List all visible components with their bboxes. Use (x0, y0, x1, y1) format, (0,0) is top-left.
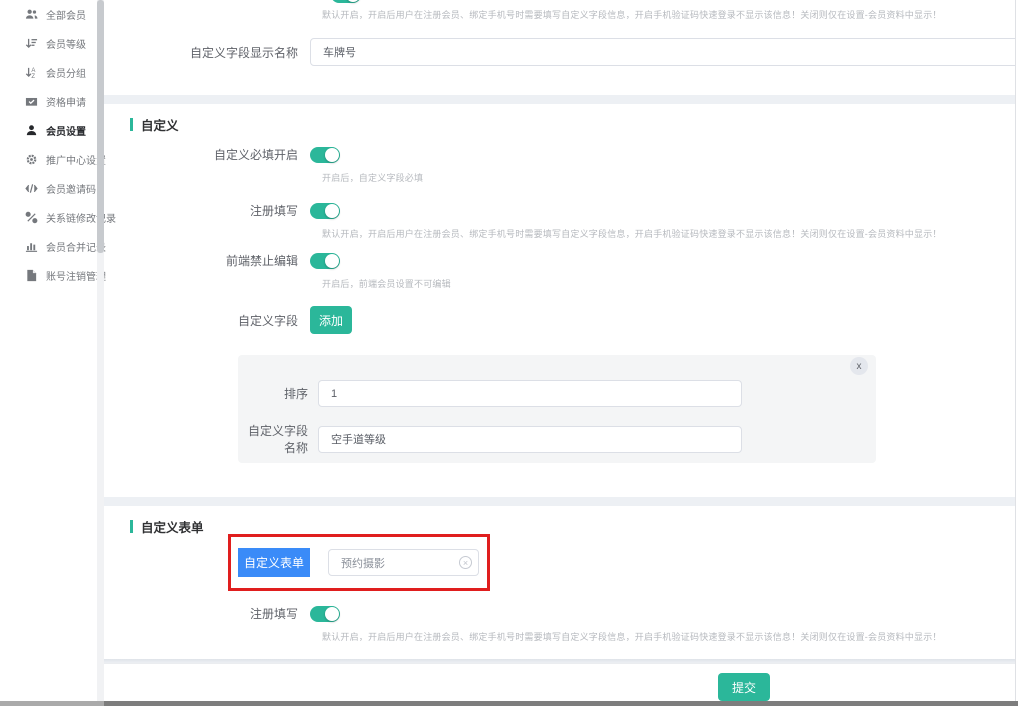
qualification-icon (25, 95, 38, 108)
field-name-input[interactable] (318, 426, 742, 453)
sidebar-item-all-members[interactable]: 全部会员 (0, 0, 104, 29)
sidebar-item-member-group[interactable]: AZ 会员分组 (0, 58, 104, 87)
section-title-text: 自定义表单 (141, 517, 204, 536)
sort-group-icon: AZ (25, 66, 38, 79)
sidebar-item-invite-code[interactable]: 会员邀请码 (0, 174, 104, 203)
submit-button[interactable]: 提交 (718, 673, 770, 701)
custom-form-label-highlighted: 自定义表单 (238, 548, 310, 577)
link-icon (25, 211, 38, 224)
sidebar-item-label: 全部会员 (46, 7, 86, 22)
sidebar-scrollbar[interactable] (97, 0, 104, 701)
section-accent-bar (130, 118, 133, 131)
sidebar-item-label: 资格申请 (46, 94, 86, 109)
sidebar-item-merge-log[interactable]: 会员合并记录 (0, 232, 104, 261)
frontend-edit-toggle[interactable] (310, 253, 340, 269)
form-register-toggle-label: 注册填写 (104, 605, 310, 622)
field-name-label: 自定义字段名称 (238, 422, 318, 456)
clear-icon[interactable]: × (459, 556, 472, 569)
code-icon (25, 182, 38, 195)
display-name-card: 默认开启，开启后用户在注册会员、绑定手机号时需要填写自定义字段信息，开启手机验证… (104, 0, 1015, 95)
section-divider (104, 497, 1015, 506)
section-divider (104, 95, 1015, 104)
gear-icon (25, 153, 38, 166)
register-toggle-label: 注册填写 (104, 202, 310, 219)
section-title-custom-form: 自定义表单 (130, 518, 1015, 534)
display-name-input[interactable] (310, 38, 1015, 66)
svg-text:Z: Z (31, 74, 35, 79)
form-register-description: 默认开启，开启后用户在注册会员、绑定手机号时需要填写自定义字段信息，开启手机验证… (322, 630, 1015, 643)
svg-text:A: A (31, 68, 35, 74)
file-icon (25, 269, 38, 282)
custom-form-input-wrap: × (328, 549, 479, 576)
required-description: 开启后，自定义字段必填 (322, 171, 1015, 184)
register-toggle[interactable] (310, 203, 340, 219)
footer-bar: 提交 (104, 663, 1015, 701)
sidebar-item-label: 会员设置 (46, 123, 86, 138)
sidebar: 全部会员 会员等级 AZ 会员分组 资格申请 会员设置 推广中心设置 (0, 0, 104, 701)
custom-card: 自定义 自定义必填开启 开启后，自定义字段必填 注册填写 默认开启，开启后用户在… (104, 104, 1015, 497)
users-icon (25, 8, 38, 21)
sidebar-item-relation-log[interactable]: 关系链修改记录 (0, 203, 104, 232)
custom-fields-label: 自定义字段 (104, 312, 310, 329)
bottom-scrollbar[interactable] (0, 701, 1018, 706)
custom-field-panel: x 排序 自定义字段名称 (238, 355, 876, 463)
sort-level-icon (25, 37, 38, 50)
section-title-custom: 自定义 (130, 116, 1015, 132)
custom-form-card: 自定义表单 自定义表单 × 注册填写 默认开启，开启后用户在注册会员、绑定手机号… (104, 506, 1015, 659)
register-description: 默认开启，开启后用户在注册会员、绑定手机号时需要填写自定义字段信息，开启手机验证… (322, 227, 1015, 240)
custom-form-input[interactable] (328, 549, 479, 576)
sidebar-item-promotion-settings[interactable]: 推广中心设置 (0, 145, 104, 174)
sidebar-item-member-settings[interactable]: 会员设置 (0, 116, 104, 145)
page: 全部会员 会员等级 AZ 会员分组 资格申请 会员设置 推广中心设置 (0, 0, 1018, 706)
sidebar-item-label: 会员等级 (46, 36, 86, 51)
section-title-text: 自定义 (141, 115, 179, 134)
frontend-edit-toggle-label: 前端禁止编辑 (104, 252, 310, 269)
close-icon[interactable]: x (850, 357, 868, 375)
main-content: 默认开启，开启后用户在注册会员、绑定手机号时需要填写自定义字段信息，开启手机验证… (104, 0, 1015, 701)
section-accent-bar (130, 520, 133, 533)
chart-icon (25, 240, 38, 253)
sort-input[interactable] (318, 380, 742, 407)
display-name-label: 自定义字段显示名称 (104, 44, 310, 61)
frontend-edit-description: 开启后，前端会员设置不可编辑 (322, 277, 1015, 290)
sidebar-scrollbar-thumb[interactable] (97, 0, 104, 253)
required-toggle-label: 自定义必填开启 (104, 146, 310, 163)
user-icon (25, 124, 38, 137)
sidebar-item-label: 关系链修改记录 (46, 210, 116, 225)
form-register-toggle[interactable] (310, 606, 340, 622)
sidebar-item-label: 会员邀请码 (46, 181, 96, 196)
annotation-red-box: 自定义表单 × (228, 534, 490, 591)
register-toggle-partial[interactable] (331, 0, 361, 3)
required-toggle[interactable] (310, 147, 340, 163)
register-description: 默认开启，开启后用户在注册会员、绑定手机号时需要填写自定义字段信息，开启手机验证… (322, 8, 942, 21)
sidebar-item-account-cancel[interactable]: 账号注销管理 (0, 261, 104, 290)
sidebar-item-qualification[interactable]: 资格申请 (0, 87, 104, 116)
add-field-button[interactable]: 添加 (310, 306, 352, 334)
sort-label: 排序 (238, 385, 318, 402)
sidebar-item-label: 会员分组 (46, 65, 86, 80)
sidebar-item-member-level[interactable]: 会员等级 (0, 29, 104, 58)
